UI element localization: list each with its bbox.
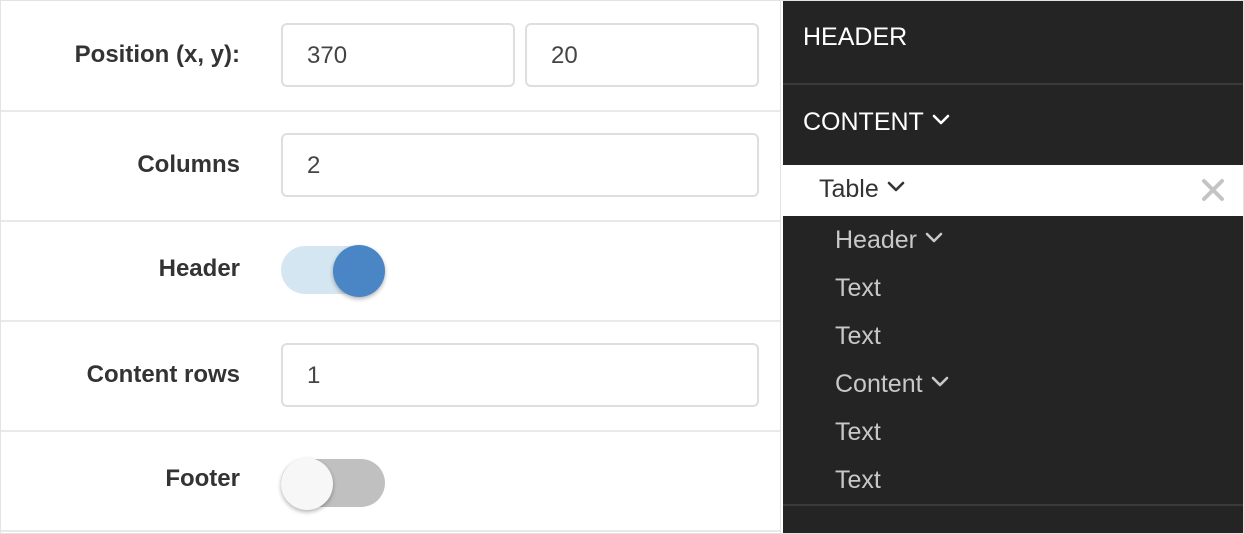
content-rows-input[interactable]: 1 — [281, 343, 759, 407]
content-rows-label: Content rows — [86, 361, 240, 388]
tree-item-content[interactable]: Content — [835, 370, 949, 399]
tree-item-text[interactable]: Text — [835, 466, 881, 495]
tree-item-header[interactable]: Header — [835, 226, 943, 255]
chevron-down-icon — [925, 233, 943, 243]
tree-section-header-label: HEADER — [803, 23, 908, 51]
tree-divider — [783, 504, 1243, 506]
tree-item-label: Content — [835, 370, 923, 398]
tree-section-header[interactable]: HEADER — [783, 1, 1243, 85]
tree-item-table-selected[interactable]: Table — [783, 165, 1243, 216]
structure-tree-panel: HEADER CONTENT Table Header Text Text Conte… — [783, 1, 1243, 533]
tree-item-label: Header — [835, 226, 917, 254]
position-row: Position (x, y): 370 20 — [1, 1, 780, 112]
header-toggle[interactable] — [281, 245, 385, 297]
tree-item-label: Text — [835, 466, 881, 494]
tree-section-content-label: CONTENT — [803, 108, 950, 137]
footer-label: Footer — [165, 465, 240, 492]
header-label: Header — [158, 255, 240, 282]
footer-toggle-knob — [281, 458, 333, 510]
chevron-down-icon — [931, 377, 948, 387]
tree-item-label: Text — [835, 418, 881, 446]
header-toggle-row: Header — [1, 222, 780, 322]
close-icon[interactable] — [1201, 178, 1225, 202]
footer-toggle[interactable] — [281, 458, 385, 510]
chevron-down-icon — [932, 115, 950, 125]
editor-window: Position (x, y): 370 20 Columns 2 Header… — [0, 0, 1244, 534]
columns-label: Columns — [137, 151, 240, 178]
tree-item-label: Text — [835, 322, 881, 350]
tree-section-content[interactable]: CONTENT — [783, 84, 1243, 164]
position-x-input[interactable]: 370 — [281, 23, 515, 87]
tree-item-text[interactable]: Text — [835, 274, 881, 303]
properties-panel: Position (x, y): 370 20 Columns 2 Header… — [1, 1, 781, 533]
header-toggle-knob — [333, 245, 385, 297]
columns-input[interactable]: 2 — [281, 133, 759, 197]
tree-section-content-text: CONTENT — [803, 108, 924, 136]
tree-item-table-label: Table — [819, 175, 905, 204]
footer-toggle-row: Footer — [1, 432, 780, 532]
chevron-down-icon — [887, 182, 905, 192]
position-label: Position (x, y): — [74, 41, 240, 68]
position-y-input[interactable]: 20 — [525, 23, 759, 87]
tree-item-text[interactable]: Text — [835, 418, 881, 447]
tree-item-table-text: Table — [819, 175, 879, 203]
content-rows-row: Content rows 1 — [1, 322, 780, 432]
tree-item-text[interactable]: Text — [835, 322, 881, 351]
columns-row: Columns 2 — [1, 112, 780, 222]
tree-item-label: Text — [835, 274, 881, 302]
